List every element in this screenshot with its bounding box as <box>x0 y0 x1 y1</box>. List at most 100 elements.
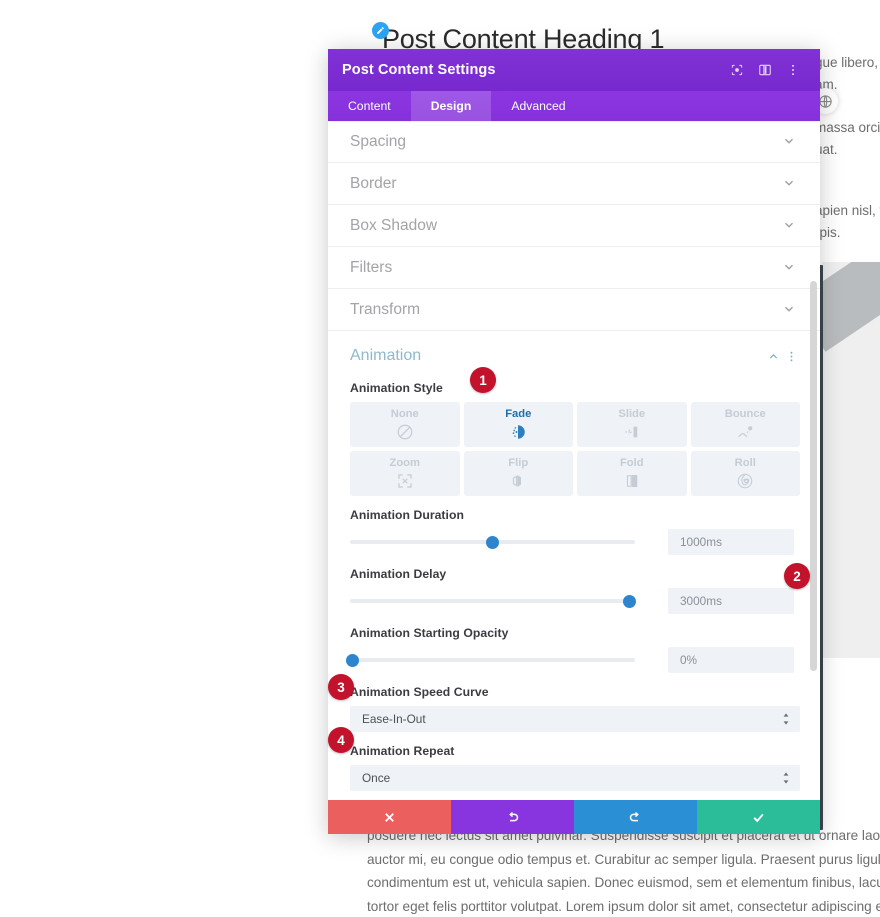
cancel-button[interactable] <box>328 800 451 834</box>
modal-tabs: Content Design Advanced <box>328 91 820 121</box>
callout-badge-4: 4 <box>328 727 354 753</box>
screenshot-root: Post Content Heading 1 gue libero, ne am… <box>0 0 880 917</box>
style-label: Zoom <box>389 457 420 469</box>
modal-footer <box>328 800 820 834</box>
section-spacing[interactable]: Spacing <box>328 121 820 163</box>
section-label: Border <box>350 174 397 192</box>
animation-repeat-field: Animation Repeat Once <box>328 744 820 791</box>
section-label: Box Shadow <box>350 216 438 234</box>
slider-thumb[interactable] <box>622 595 636 608</box>
background-image-placeholder <box>822 262 880 658</box>
tab-content[interactable]: Content <box>328 91 411 121</box>
bg-text-fragment: apien nisl, ten <box>815 203 880 218</box>
callout-badge-3: 3 <box>328 674 354 700</box>
field-label: Animation Speed Curve <box>350 685 489 699</box>
animation-repeat-select[interactable]: Once <box>350 765 800 791</box>
animation-style-bounce[interactable]: Bounce <box>690 402 800 447</box>
modal-header: Post Content Settings <box>328 49 820 91</box>
style-label: None <box>390 408 419 420</box>
animation-duration-field: Animation Duration 1000ms <box>328 508 820 555</box>
animation-delay-field: Animation Delay 3000ms <box>328 567 820 614</box>
animation-style-roll[interactable]: Roll <box>690 451 800 496</box>
animation-delay-value[interactable]: 3000ms <box>668 588 794 614</box>
post-content-settings-modal: Post Content Settings Content Design Adv… <box>328 49 820 834</box>
section-animation-header[interactable]: Animation <box>328 331 820 369</box>
animation-style-fold[interactable]: Fold <box>577 451 687 496</box>
select-stepper-icon <box>782 713 790 726</box>
roll-spiral-icon <box>736 472 754 490</box>
style-label: Fold <box>619 457 644 469</box>
style-label: Bounce <box>724 408 766 420</box>
field-label: Animation Style <box>350 381 443 395</box>
select-stepper-icon <box>782 772 790 785</box>
target-icon[interactable] <box>724 57 750 83</box>
paragraph-line: condimentum est ut, vehicula sapien. Don… <box>367 875 880 890</box>
panel-scrollbar[interactable] <box>810 281 817 671</box>
section-border[interactable]: Border <box>328 163 820 205</box>
field-label: Animation Duration <box>350 508 464 522</box>
animation-style-flip[interactable]: Flip <box>463 451 573 496</box>
no-entry-icon <box>396 423 414 441</box>
section-filters[interactable]: Filters <box>328 247 820 289</box>
slider-track <box>350 658 635 662</box>
slider-thumb[interactable] <box>346 654 360 667</box>
modal-title: Post Content Settings <box>342 62 496 78</box>
chevron-down-icon <box>782 302 798 318</box>
field-label: Animation Starting Opacity <box>350 626 509 640</box>
slider-track <box>350 599 635 603</box>
pencil-icon[interactable] <box>372 22 389 39</box>
flip-icon <box>509 472 527 490</box>
animation-duration-slider[interactable] <box>350 533 635 551</box>
bg-text-fragment: massa orci, vit <box>815 120 880 135</box>
animation-style-field: Animation Style None Fade Slide Bounce Z… <box>328 381 820 496</box>
section-label: Animation <box>350 347 422 364</box>
bg-text-fragment: gue libero, ne <box>815 55 880 70</box>
section-label: Transform <box>350 300 421 318</box>
more-vertical-icon[interactable] <box>782 347 800 365</box>
bg-text-fragment: uat. <box>815 142 838 157</box>
image-shape <box>822 262 880 352</box>
animation-style-zoom[interactable]: Zoom <box>350 451 460 496</box>
background-right-text: gue libero, ne am. massa orci, vit uat. … <box>815 52 880 244</box>
animation-style-grid: None Fade Slide Bounce Zoom Flip Fold Ro… <box>350 402 800 496</box>
bounce-icon <box>736 423 754 441</box>
undo-button[interactable] <box>451 800 574 834</box>
chevron-up-icon[interactable] <box>764 347 782 365</box>
animation-style-slide[interactable]: Slide <box>577 402 687 447</box>
style-label: Fade <box>505 408 532 420</box>
animation-speed-curve-select[interactable]: Ease-In-Out <box>350 706 800 732</box>
section-box-shadow[interactable]: Box Shadow <box>328 205 820 247</box>
animation-opacity-value[interactable]: 0% <box>668 647 794 673</box>
animation-style-fade[interactable]: Fade <box>463 402 573 447</box>
chevron-down-icon <box>782 260 798 276</box>
select-value: Ease-In-Out <box>362 712 426 726</box>
redo-button[interactable] <box>574 800 697 834</box>
tab-advanced[interactable]: Advanced <box>491 91 585 121</box>
modal-body: Spacing Border Box Shadow Filters Transf… <box>328 121 820 800</box>
paragraph-line: auctor mi, eu congue odio tempus et. Cur… <box>367 851 880 867</box>
section-transform[interactable]: Transform <box>328 289 820 331</box>
callout-badge-1: 1 <box>470 367 496 393</box>
chevron-down-icon <box>782 134 798 150</box>
more-vertical-icon[interactable] <box>780 57 806 83</box>
animation-style-none[interactable]: None <box>350 402 460 447</box>
slide-icon <box>623 423 641 441</box>
animation-delay-slider[interactable] <box>350 592 636 610</box>
save-button[interactable] <box>697 800 820 834</box>
animation-starting-opacity-field: Animation Starting Opacity 0% <box>328 626 820 673</box>
field-label: Animation Repeat <box>350 744 455 758</box>
fade-icon <box>509 423 527 441</box>
animation-opacity-slider[interactable] <box>346 651 635 669</box>
select-value: Once <box>362 771 391 785</box>
slider-thumb[interactable] <box>486 536 499 549</box>
style-label: Roll <box>734 457 756 469</box>
section-label: Filters <box>350 258 393 276</box>
field-label: Animation Delay <box>350 567 447 581</box>
animation-duration-value[interactable]: 1000ms <box>668 529 794 555</box>
zoom-expand-icon <box>396 472 414 490</box>
section-label: Spacing <box>350 133 407 150</box>
style-label: Flip <box>508 457 529 469</box>
layout-panel-icon[interactable] <box>752 57 778 83</box>
background-bottom-paragraph: posuere nec lectus sit amet pulvinar. Su… <box>367 824 880 917</box>
tab-design[interactable]: Design <box>410 91 492 121</box>
